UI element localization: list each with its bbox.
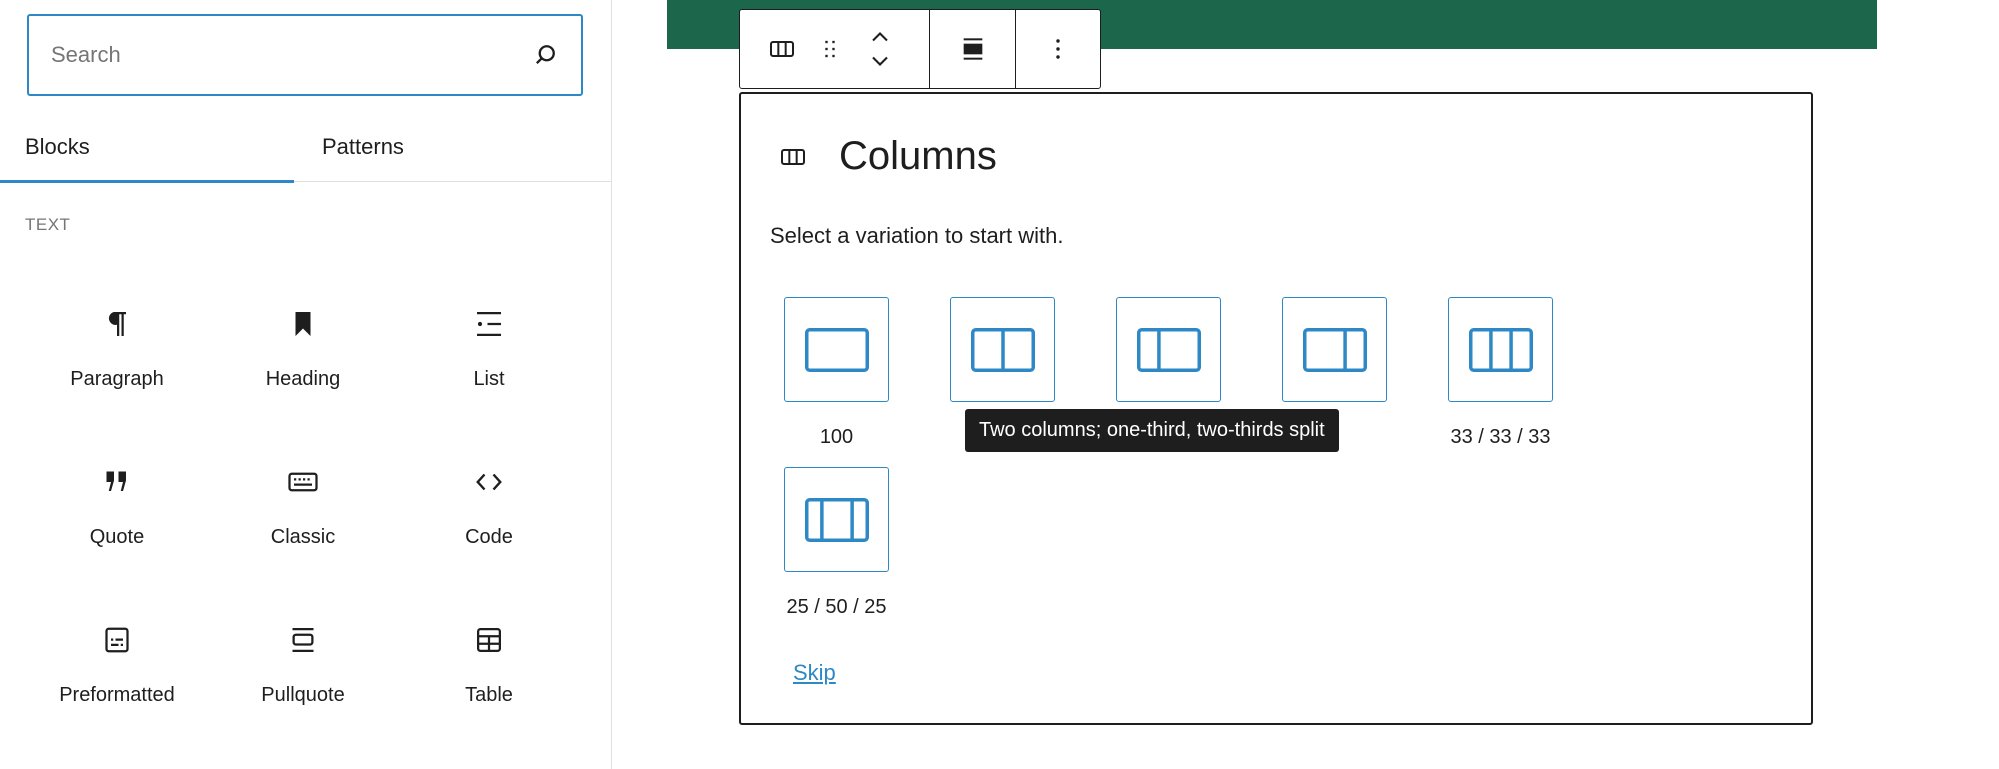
- toolbar-group-options: [1016, 10, 1100, 88]
- toolbar-group-block: [740, 10, 930, 88]
- keyboard-icon: [285, 464, 321, 500]
- move-up-icon[interactable]: [866, 29, 894, 45]
- columns-icon[interactable]: [758, 10, 806, 88]
- search-input[interactable]: [51, 42, 531, 68]
- variation-100[interactable]: 100: [784, 297, 889, 449]
- block-item-preformatted[interactable]: Preformatted: [24, 606, 210, 764]
- inserter-tabs: Blocks Patterns: [0, 112, 611, 183]
- block-toolbar: [739, 9, 1101, 89]
- two-columns-equal-icon: [970, 327, 1035, 372]
- placeholder-header: Columns: [777, 134, 997, 179]
- block-label: Paragraph: [70, 368, 164, 390]
- move-down-icon[interactable]: [866, 53, 894, 69]
- variation-25-50-25[interactable]: 25 / 50 / 25: [784, 467, 889, 619]
- two-columns-two-thirds-icon: [1302, 327, 1367, 372]
- tab-patterns[interactable]: Patterns: [294, 112, 588, 181]
- variation-button[interactable]: [784, 467, 889, 572]
- block-item-heading[interactable]: Heading: [210, 290, 396, 448]
- block-item-pullquote[interactable]: Pullquote: [210, 606, 396, 764]
- search-icon: [536, 45, 555, 64]
- variation-button[interactable]: [1282, 297, 1387, 402]
- pullquote-icon: [285, 622, 321, 658]
- variation-button[interactable]: [1448, 297, 1553, 402]
- block-item-quote[interactable]: Quote: [24, 448, 210, 606]
- skip-link[interactable]: Skip: [793, 660, 836, 686]
- variation-tooltip: Two columns; one-third, two-thirds split: [965, 409, 1339, 452]
- align-icon[interactable]: [943, 10, 1003, 88]
- two-columns-one-third-icon: [1136, 327, 1201, 372]
- variation-button[interactable]: [950, 297, 1055, 402]
- columns-placeholder: Columns Select a variation to start with…: [739, 92, 1813, 725]
- variation-50-50[interactable]: [950, 297, 1055, 402]
- table-icon: [471, 622, 507, 658]
- block-label: List: [473, 368, 505, 390]
- variation-66-33[interactable]: [1282, 297, 1387, 402]
- bookmark-icon: [285, 306, 321, 342]
- block-label: Table: [465, 684, 513, 706]
- block-label: Heading: [265, 368, 341, 390]
- category-heading: TEXT: [25, 215, 71, 234]
- block-item-paragraph[interactable]: Paragraph: [24, 290, 210, 448]
- block-item-classic[interactable]: Classic: [210, 448, 396, 606]
- block-inserter-sidebar: Blocks Patterns TEXT Paragraph Heading L…: [0, 0, 612, 769]
- variation-button[interactable]: [1116, 297, 1221, 402]
- variation-button[interactable]: [784, 297, 889, 402]
- block-label: Code: [465, 526, 513, 548]
- block-item-list[interactable]: List: [396, 290, 582, 448]
- block-item-code[interactable]: Code: [396, 448, 582, 606]
- variation-33-66[interactable]: [1116, 297, 1221, 402]
- placeholder-instructions: Select a variation to start with.: [770, 223, 1064, 248]
- quote-icon: [99, 464, 135, 500]
- three-columns-equal-icon: [1468, 327, 1533, 372]
- one-column-icon: [804, 327, 869, 372]
- block-item-table[interactable]: Table: [396, 606, 582, 764]
- tab-blocks[interactable]: Blocks: [0, 112, 294, 183]
- three-columns-wide-center-icon: [804, 497, 869, 542]
- block-label: Preformatted: [59, 684, 175, 706]
- search-field[interactable]: [27, 14, 583, 96]
- list-icon: [471, 306, 507, 342]
- more-options-icon[interactable]: [1028, 10, 1088, 88]
- code-icon: [471, 464, 507, 500]
- block-label: Pullquote: [261, 684, 345, 706]
- paragraph-icon: [99, 306, 135, 342]
- columns-icon: [781, 148, 805, 165]
- drag-handle-icon[interactable]: [806, 10, 854, 88]
- block-grid: Paragraph Heading List Quote Classic Cod…: [24, 290, 582, 764]
- variation-33-33-33[interactable]: 33 / 33 / 33: [1448, 297, 1553, 449]
- preformatted-icon: [99, 622, 135, 658]
- variation-label: 25 / 50 / 25: [786, 596, 887, 618]
- variation-label: 33 / 33 / 33: [1450, 426, 1551, 448]
- placeholder-title: Columns: [839, 134, 997, 178]
- block-label: Quote: [89, 526, 145, 548]
- move-buttons: [854, 10, 906, 88]
- toolbar-group-align: [930, 10, 1016, 88]
- block-label: Classic: [270, 526, 336, 548]
- variation-label: 100: [819, 426, 854, 448]
